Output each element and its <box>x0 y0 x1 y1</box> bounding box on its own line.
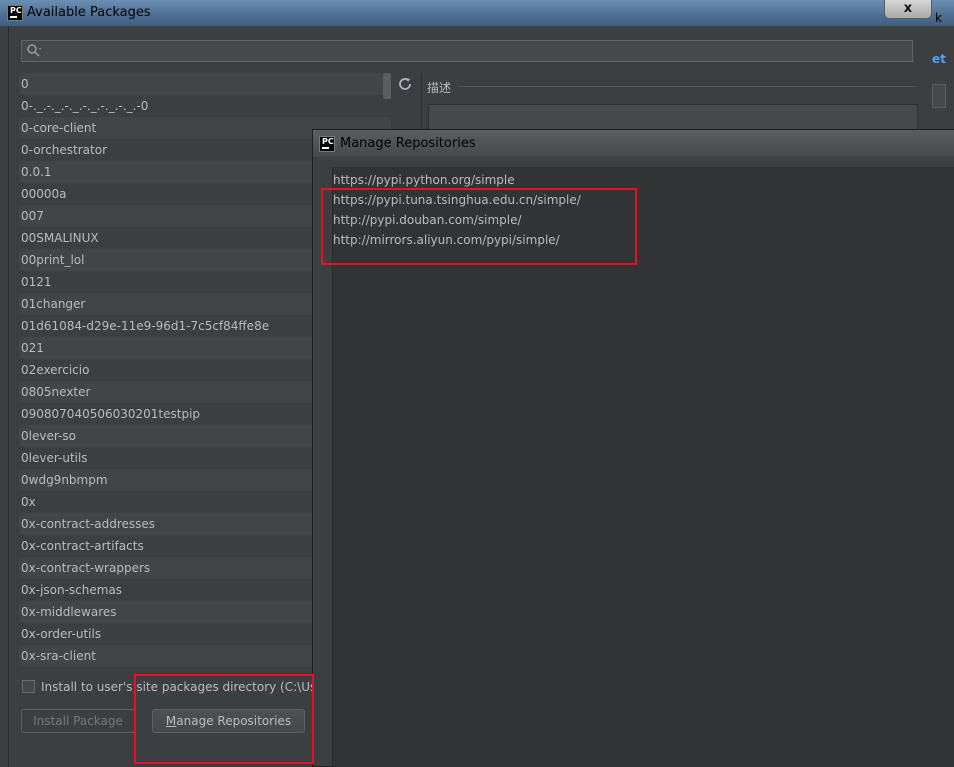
manage-mnemonic: M <box>165 714 177 728</box>
manage-repositories-dialog: PC Manage Repositories https://pypi.pyth… <box>312 129 954 767</box>
package-list-scrollbar[interactable] <box>383 73 391 99</box>
search-input[interactable] <box>21 40 913 62</box>
repository-list[interactable]: https://pypi.python.org/simple https://p… <box>332 167 954 767</box>
pycharm-logo-icon: PC <box>319 136 335 152</box>
package-list-item[interactable]: 0-._.-._.-._.-._.-._.-._.-0 <box>19 95 391 117</box>
divider <box>421 73 422 133</box>
package-list-item[interactable]: 0 <box>19 73 391 95</box>
background-window-tab-text: k <box>935 11 942 25</box>
description-separator <box>458 86 916 87</box>
main-titlebar[interactable]: PC Available Packages x k <box>0 0 954 26</box>
manage-repositories-button[interactable]: Manage Repositories <box>152 709 305 733</box>
install-package-button[interactable]: Install Package <box>21 709 135 733</box>
background-link-text: et <box>932 52 946 66</box>
user-site-packages-label: Install to user's site packages director… <box>41 680 324 694</box>
repository-item[interactable]: http://mirrors.aliyun.com/pypi/simple/ <box>333 233 560 247</box>
close-button[interactable]: x <box>884 0 932 19</box>
user-site-packages-checkbox[interactable] <box>22 680 35 693</box>
manage-rest: anage Repositories <box>176 714 292 728</box>
dialog-title: Manage Repositories <box>340 136 476 151</box>
window-title: Available Packages <box>27 5 151 20</box>
search-icon <box>27 44 41 57</box>
refresh-icon[interactable] <box>397 76 413 92</box>
repository-item[interactable]: https://pypi.python.org/simple <box>333 173 515 187</box>
repository-item[interactable]: http://pypi.douban.com/simple/ <box>333 213 522 227</box>
description-label: 描述 <box>427 81 452 95</box>
background-field <box>932 84 946 108</box>
pycharm-logo-icon: PC <box>7 5 23 21</box>
repository-item[interactable]: https://pypi.tuna.tsinghua.edu.cn/simple… <box>333 193 581 207</box>
dialog-titlebar[interactable]: PC Manage Repositories <box>313 130 954 157</box>
